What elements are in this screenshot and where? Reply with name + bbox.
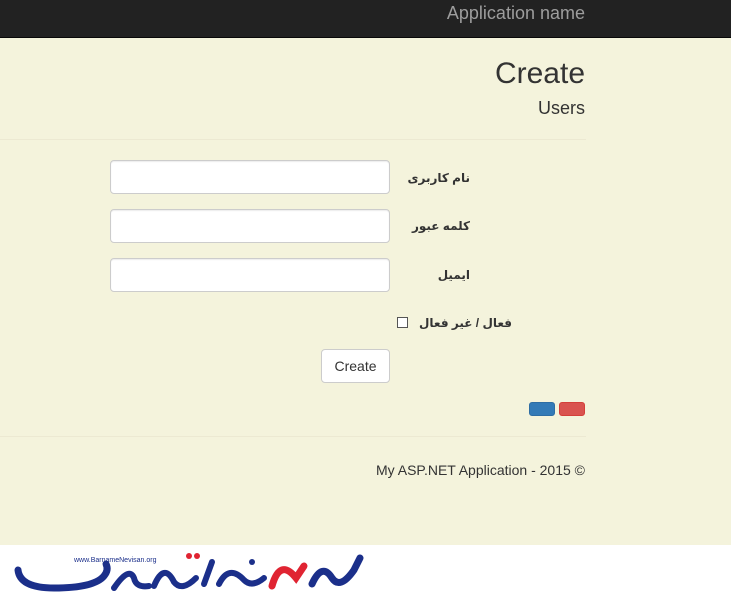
divider-bottom [0, 436, 586, 437]
page-subtitle: Users [537, 98, 585, 118]
password-label: کلمه عبور [411, 219, 470, 233]
app-brand-link[interactable]: Application name [447, 2, 585, 24]
password-input[interactable] [110, 209, 390, 243]
footer-copyright: My ASP.NET Application - 2015 © [375, 462, 585, 478]
red-button[interactable] [559, 402, 585, 416]
email-label: ایمیل [437, 268, 470, 282]
username-input[interactable] [110, 160, 390, 194]
main-content: Create Users نام کاربری کلمه عبور ایمیل … [0, 38, 731, 545]
navbar: Application name [0, 0, 731, 38]
email-input[interactable] [110, 258, 390, 292]
site-logo: www.BarnameNevisan.org [14, 548, 364, 592]
active-checkbox[interactable] [397, 317, 408, 328]
username-label: نام کاربری [407, 171, 470, 185]
create-button[interactable]: Create [321, 349, 390, 383]
blue-button[interactable] [529, 402, 555, 416]
divider-top [0, 139, 586, 140]
logo-graphic: www.BarnameNevisan.org [14, 553, 364, 592]
active-checkbox-label: فعال / غیر فعال [419, 316, 512, 330]
logo-url-text: www.BarnameNevisan.org [73, 557, 157, 564]
page-title: Create [494, 57, 585, 90]
